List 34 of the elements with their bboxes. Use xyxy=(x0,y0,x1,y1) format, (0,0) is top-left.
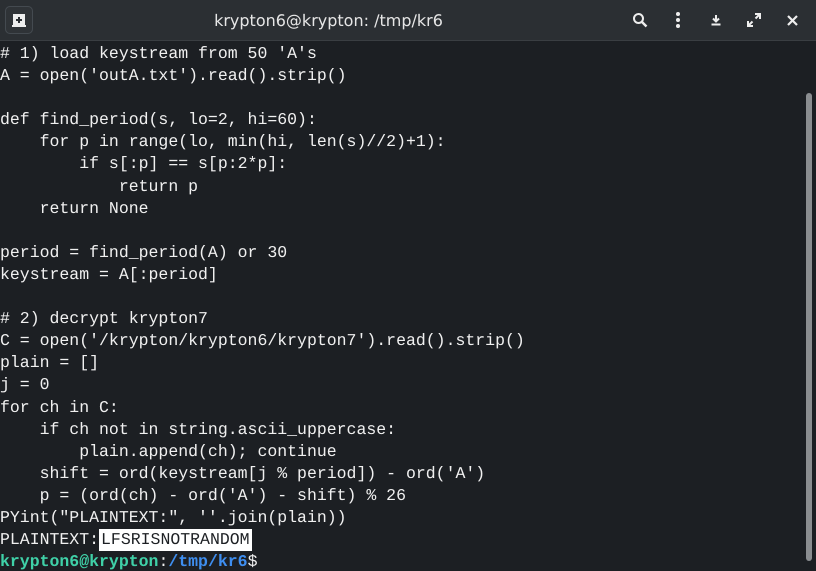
code-line: A = open('outA.txt').read().strip() xyxy=(0,65,348,88)
code-line: return p xyxy=(118,176,200,198)
plus-icon xyxy=(11,12,27,28)
code-line: period = find_period(A) or 30 xyxy=(0,242,288,264)
prompt-user-host: krypton6@krypton xyxy=(0,551,158,571)
close-icon xyxy=(786,14,798,26)
code-line: for p in range(lo, min(hi, len(s)//2)+1): xyxy=(38,131,447,154)
code-line: j = 0 xyxy=(0,374,51,396)
code-line: def find_period(s, lo=2, hi=60): xyxy=(0,109,318,132)
code-line: C = open('/krypton/krypton6/krypton7').read().strip() xyxy=(0,330,526,352)
code-line: for ch in C: xyxy=(0,396,120,418)
download-arrow-icon xyxy=(710,14,722,26)
menu-icon xyxy=(675,11,681,29)
code-line: p = (ord(ch) - ord('A') - shift) % 26 xyxy=(38,484,407,507)
output-label: PLAINTEXT: xyxy=(0,529,100,552)
scrollbar-thumb[interactable] xyxy=(806,93,812,561)
new-tab-button[interactable] xyxy=(5,6,33,34)
code-line: keystream = A[:period] xyxy=(0,264,219,286)
code-line: # 2) decrypt krypton7 xyxy=(0,308,209,330)
prompt-separator: : xyxy=(158,551,168,571)
expand-icon xyxy=(747,13,761,27)
window-title: krypton6@krypton: /tmp/kr6 xyxy=(213,10,444,30)
code-line: shift = ord(keystream[j % period]) - ord('A') xyxy=(38,462,486,485)
code-line: if ch not in string.ascii_uppercase: xyxy=(38,418,398,441)
highlighted-output: LFSRISNOTRANDOM xyxy=(99,529,252,552)
code-line: return None xyxy=(38,198,150,220)
code-line: plain = [] xyxy=(0,352,100,374)
code-line: # 1) load keystream from 50 'A's xyxy=(0,43,318,65)
code-line: if s[:p] == s[p:2*p]: xyxy=(78,153,288,176)
code-line: PYint("PLAINTEXT:", ''.join(plain)) xyxy=(0,506,348,529)
prompt-path: /tmp/kr6 xyxy=(168,551,248,571)
prompt-symbol: $ xyxy=(248,551,258,571)
search-icon xyxy=(632,12,648,28)
code-line: plain.append(ch); continue xyxy=(78,440,338,463)
